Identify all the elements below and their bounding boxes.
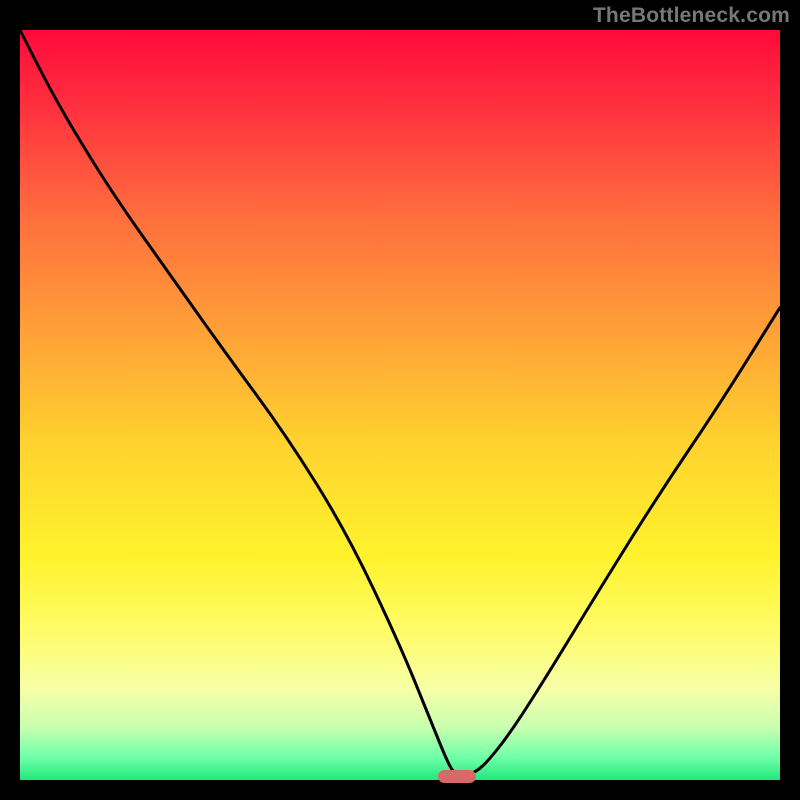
- watermark-text: TheBottleneck.com: [593, 4, 790, 28]
- chart-svg: [20, 30, 780, 780]
- optimal-marker: [438, 770, 476, 783]
- plot-area: [20, 30, 780, 780]
- gradient-background: [20, 30, 780, 780]
- chart-frame: TheBottleneck.com: [0, 0, 800, 800]
